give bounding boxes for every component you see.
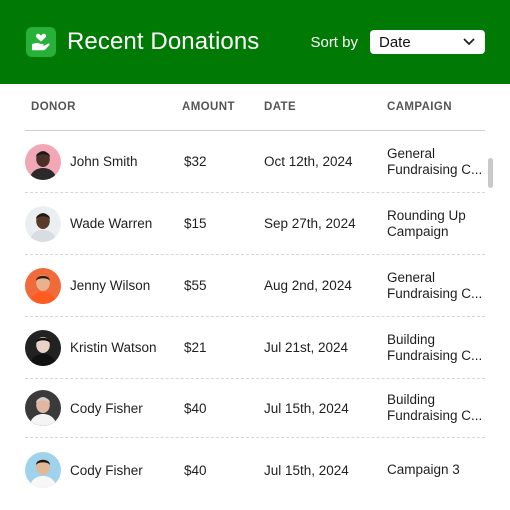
date-cell: Oct 12th, 2024 <box>264 154 353 169</box>
campaign-line-1: Campaign 3 <box>387 462 460 477</box>
page-title: Recent Donations <box>67 28 260 55</box>
date-cell: Jul 21st, 2024 <box>264 340 349 355</box>
campaign-cell: General Fundraising C... <box>387 270 485 302</box>
table-row[interactable]: Cody Fisher $40 Jul 15th, 2024 Building Fund… <box>25 379 485 438</box>
table-body: John Smith $32 Oct 12th, 2024 General Fundra… <box>25 131 485 502</box>
avatar <box>25 452 61 488</box>
table-row[interactable]: Kristin Watson $21 Jul 21st, 2024 Building F… <box>25 317 485 379</box>
campaign-cell: Building Fundraising C... <box>387 392 485 424</box>
donor-cell: Jenny Wilson <box>25 267 182 304</box>
donations-table: DONOR AMOUNT DATE CAMPAIGN John Smith $32… <box>25 84 485 502</box>
campaign-cell: Building Fundraising C... <box>387 332 485 364</box>
amount-cell: $32 <box>184 154 207 169</box>
avatar <box>25 329 61 366</box>
donor-cell: John Smith <box>25 143 182 180</box>
campaign-cell: General Fundraising C... <box>387 146 485 178</box>
table-header: DONOR AMOUNT DATE CAMPAIGN <box>25 84 485 131</box>
table-row[interactable]: Wade Warren $15 Sep 27th, 2024 Rounding Up C… <box>25 193 485 255</box>
campaign-line-2: Campaign <box>387 223 449 239</box>
donor-name: Jenny Wilson <box>70 278 151 293</box>
amount-cell: $15 <box>184 216 207 231</box>
amount-cell: $40 <box>184 462 207 478</box>
table-row[interactable]: Jenny Wilson $55 Aug 2nd, 2024 General Fundr… <box>25 255 485 317</box>
column-header-donor[interactable]: DONOR <box>25 101 182 113</box>
date-cell: Jul 15th, 2024 <box>264 400 349 416</box>
amount-cell: $55 <box>184 278 207 293</box>
avatar <box>25 143 61 180</box>
sort-by-label: Sort by <box>310 33 358 51</box>
column-header-amount[interactable]: AMOUNT <box>182 101 264 113</box>
column-header-campaign[interactable]: CAMPAIGN <box>387 101 485 113</box>
campaign-cell: Campaign 3 <box>387 462 485 478</box>
campaign-cell: Rounding Up Campaign <box>387 208 485 240</box>
avatar <box>25 267 61 304</box>
date-cell: Sep 27th, 2024 <box>264 216 356 231</box>
sort-select-value: Date <box>379 33 411 51</box>
campaign-line-1: Building <box>387 331 436 347</box>
amount-cell: $21 <box>184 340 207 355</box>
donor-cell: Kristin Watson <box>25 329 182 366</box>
campaign-line-1: General <box>387 269 436 285</box>
donation-hand-heart-icon <box>26 27 56 57</box>
header-bar: Recent Donations Sort by Date <box>0 0 510 84</box>
campaign-line-1: Building <box>387 392 436 407</box>
campaign-line-1: General <box>387 145 436 161</box>
table-row[interactable]: Cody Fisher $40 Jul 15th, 2024 Campaign 3 <box>25 438 485 502</box>
campaign-line-2: Fundraising C... <box>387 408 483 423</box>
chevron-down-icon <box>463 38 475 45</box>
sort-select[interactable]: Date <box>370 30 485 54</box>
column-header-date[interactable]: DATE <box>264 101 387 113</box>
campaign-line-2: Fundraising C... <box>387 161 483 177</box>
date-cell: Aug 2nd, 2024 <box>264 278 352 293</box>
donor-cell: Wade Warren <box>25 205 182 242</box>
donor-name: Cody Fisher <box>70 400 143 416</box>
donor-name: John Smith <box>70 154 138 169</box>
scrollbar-thumb[interactable] <box>488 158 493 188</box>
date-cell: Jul 15th, 2024 <box>264 462 349 478</box>
donor-cell: Cody Fisher <box>25 452 182 488</box>
campaign-line-2: Fundraising C... <box>387 347 483 363</box>
donor-name: Kristin Watson <box>70 340 157 355</box>
avatar <box>25 390 61 426</box>
donor-name: Cody Fisher <box>70 462 143 478</box>
donor-name: Wade Warren <box>70 216 153 231</box>
amount-cell: $40 <box>184 400 207 416</box>
campaign-line-2: Fundraising C... <box>387 285 483 301</box>
campaign-line-1: Rounding Up <box>387 207 466 223</box>
donor-cell: Cody Fisher <box>25 390 182 426</box>
table-row[interactable]: John Smith $32 Oct 12th, 2024 General Fundra… <box>25 131 485 193</box>
avatar <box>25 205 61 242</box>
